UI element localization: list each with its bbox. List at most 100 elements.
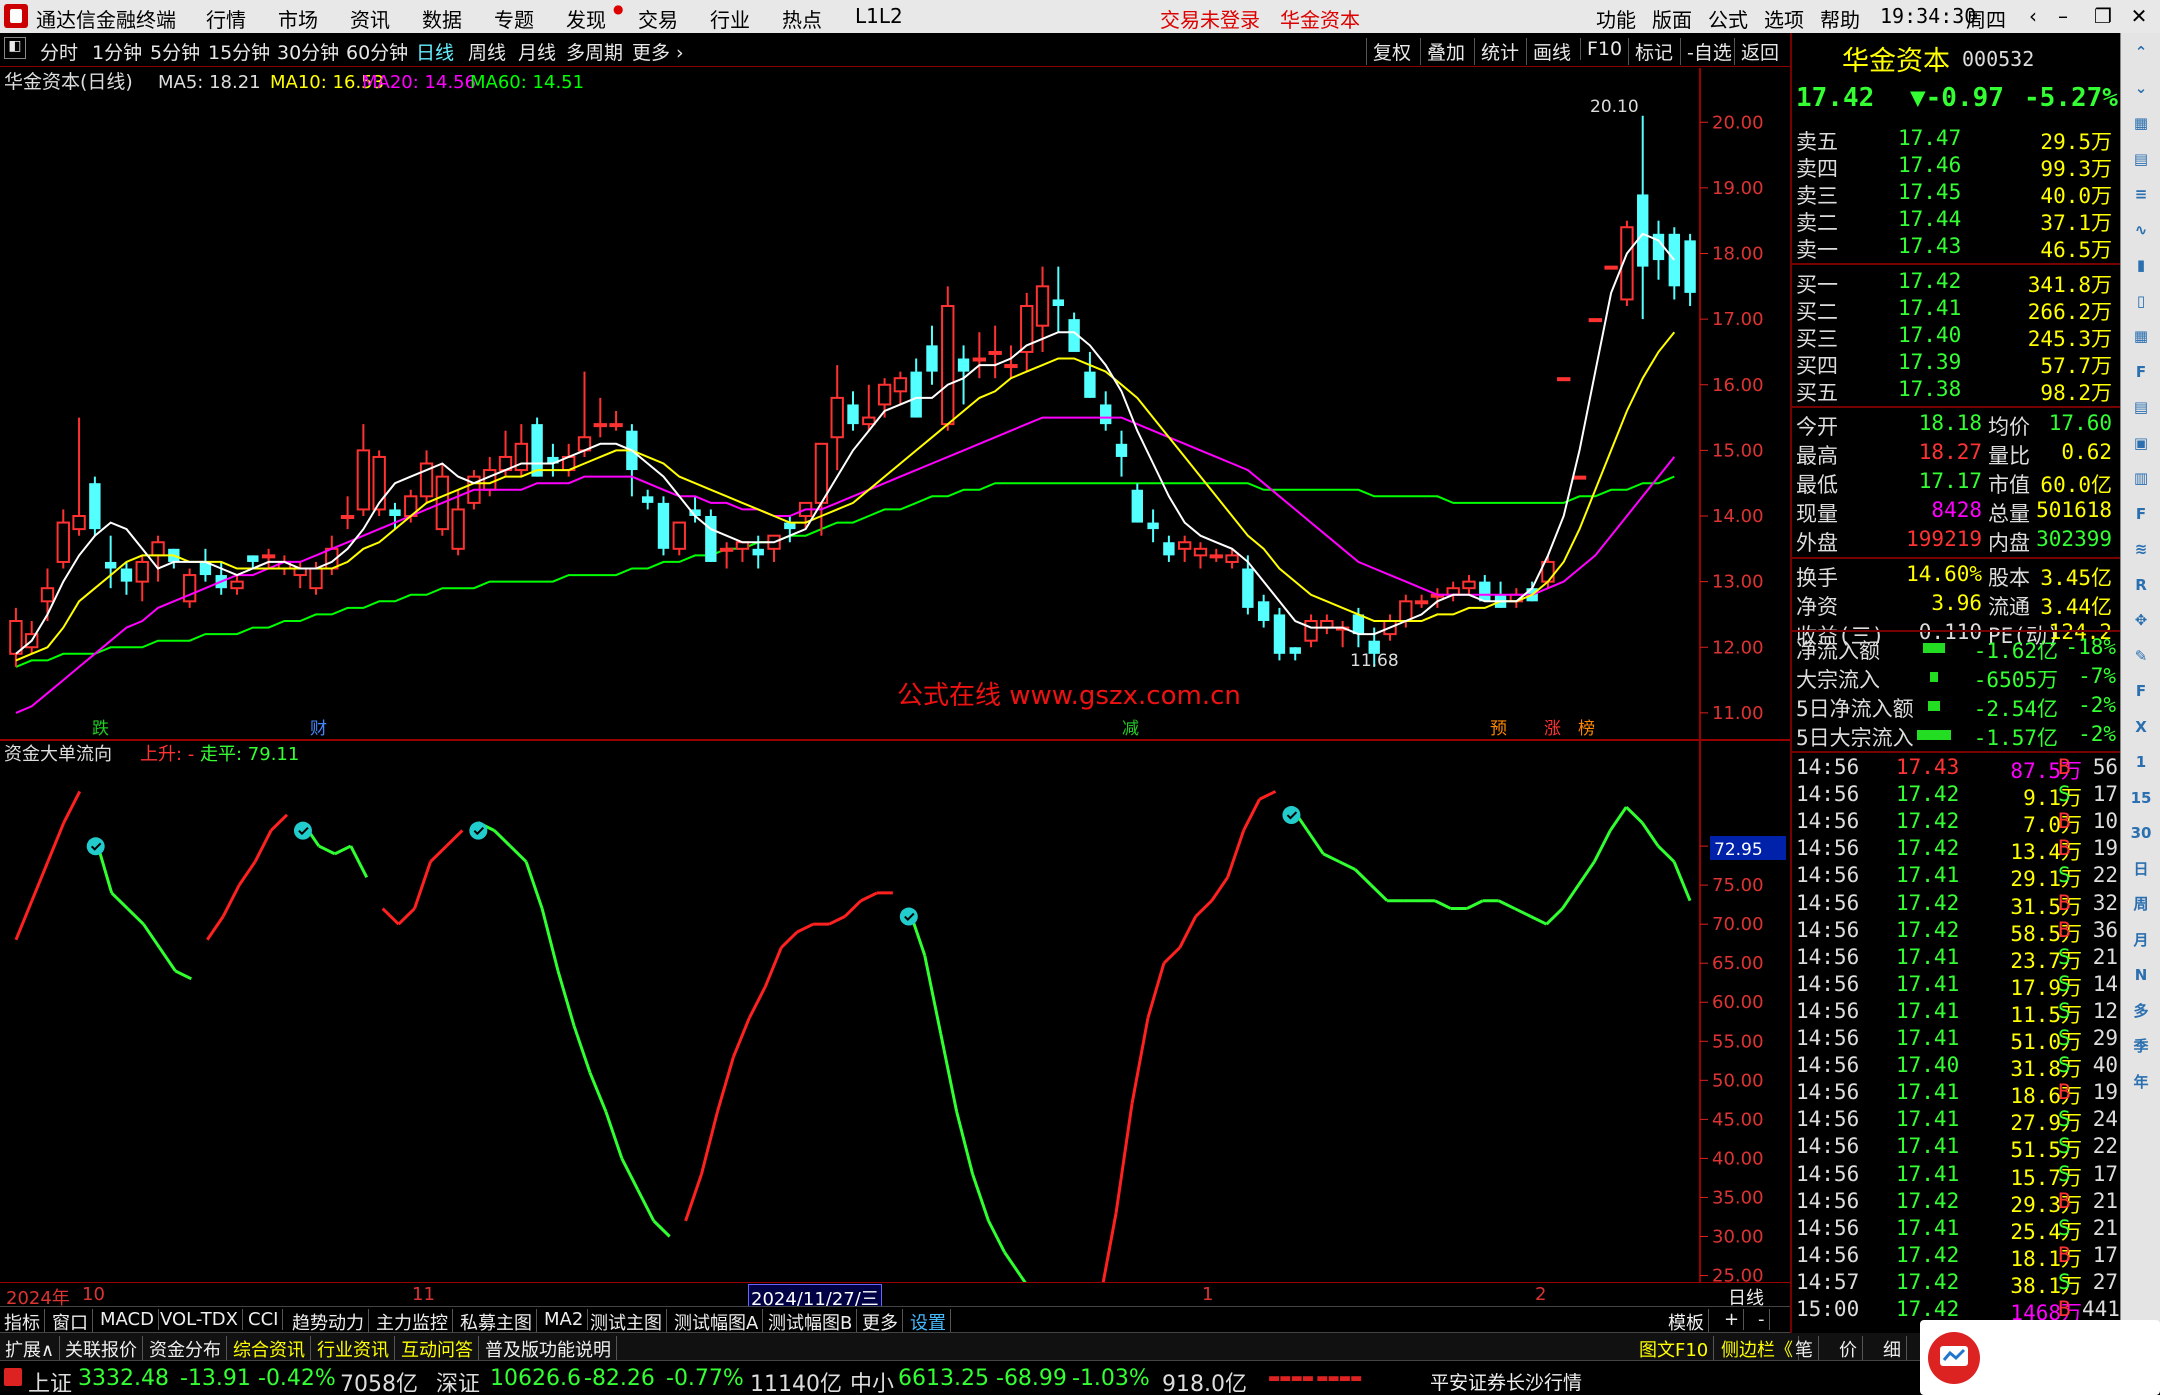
f2-icon[interactable]: F: [2128, 501, 2154, 527]
menu-item-data[interactable]: 数据: [422, 4, 462, 33]
tool-stats[interactable]: 统计: [1474, 38, 1519, 65]
tab-sidebar[interactable]: 侧边栏《: [1716, 1336, 1799, 1362]
menu-item-discover[interactable]: 发现: [566, 4, 606, 33]
season-icon[interactable]: 季: [2128, 1033, 2154, 1059]
trade-login-notice[interactable]: 交易未登录: [1160, 4, 1260, 33]
move-icon[interactable]: ✥: [2128, 607, 2154, 633]
tab-period-30min[interactable]: 30分钟: [277, 38, 339, 65]
tab-expand[interactable]: 扩展∧: [0, 1336, 61, 1362]
pen-icon[interactable]: ✎: [2128, 643, 2154, 669]
candle-icon[interactable]: ▯: [2128, 288, 2154, 314]
tab-period-day[interactable]: 日线: [416, 38, 454, 65]
marker-yu[interactable]: 预: [1490, 719, 1507, 739]
menu-item-options[interactable]: 选项: [1764, 4, 1804, 33]
week-icon[interactable]: 周: [2128, 891, 2154, 917]
menu-item-news[interactable]: 资讯: [350, 4, 390, 33]
tab-qa[interactable]: 互动问答: [396, 1336, 479, 1362]
zx-label[interactable]: 中小: [850, 1366, 894, 1395]
menu-item-market[interactable]: 行情: [206, 4, 246, 33]
marker-cai[interactable]: 财: [310, 719, 327, 739]
month-icon[interactable]: 月: [2128, 927, 2154, 953]
remove-icon[interactable]: -: [1754, 1309, 1770, 1330]
tab-macd[interactable]: MACD: [96, 1309, 159, 1330]
tool-draw[interactable]: 画线: [1526, 38, 1571, 65]
xls-icon[interactable]: X: [2128, 714, 2154, 740]
tab-help[interactable]: 普及版功能说明: [480, 1336, 617, 1362]
tab-period-month[interactable]: 月线: [518, 38, 556, 65]
menu-item-market2[interactable]: 市场: [278, 4, 318, 33]
chart-icon[interactable]: ▦: [2128, 110, 2154, 136]
tool-overlay[interactable]: 叠加: [1420, 38, 1465, 65]
line-icon[interactable]: ∿: [2128, 217, 2154, 243]
tab-period-60min[interactable]: 60分钟: [346, 38, 408, 65]
year-icon[interactable]: 年: [2128, 1069, 2154, 1095]
marker-zhang[interactable]: 涨: [1544, 719, 1561, 739]
tab-period-week[interactable]: 周线: [468, 38, 506, 65]
menu-item-topic[interactable]: 专题: [494, 4, 534, 33]
tab-period-multi[interactable]: 多周期: [566, 38, 623, 65]
tick-row: 14:56 17.41 23.7万 S 21: [1792, 945, 2122, 973]
tool-return[interactable]: 返回: [1734, 38, 1779, 65]
tab-fund-distribution[interactable]: 资金分布: [144, 1336, 227, 1362]
tab-cci[interactable]: CCI: [244, 1309, 284, 1330]
close-icon[interactable]: ✕: [2126, 3, 2152, 29]
grid-icon[interactable]: ▤: [2128, 146, 2154, 172]
add-icon[interactable]: +: [1720, 1309, 1745, 1330]
menu-item-formula[interactable]: 公式: [1708, 4, 1748, 33]
menu-item-function[interactable]: 功能: [1596, 4, 1636, 33]
menu-item-l1l2[interactable]: L1L2: [855, 4, 903, 28]
menu-item-layout[interactable]: 版面: [1652, 4, 1692, 33]
1-icon[interactable]: 1: [2128, 749, 2154, 775]
tab-industry-news[interactable]: 行业资讯: [312, 1336, 395, 1362]
multi-icon[interactable]: 多: [2128, 998, 2154, 1024]
sz-label[interactable]: 深证: [436, 1366, 480, 1395]
tool-fuquan[interactable]: 复权: [1366, 38, 1411, 65]
tab-vol-tdx[interactable]: VOL-TDX: [156, 1309, 243, 1330]
sh-label[interactable]: 上证: [28, 1366, 72, 1395]
stock-tab-title[interactable]: 华金资本: [1280, 4, 1360, 33]
collapse-icon[interactable]: ◧: [4, 37, 26, 59]
tab-period-15min[interactable]: 15分钟: [208, 38, 270, 65]
tab-period-5min[interactable]: 5分钟: [150, 38, 200, 65]
rsi-icon[interactable]: R: [2128, 572, 2154, 598]
menu-item-help[interactable]: 帮助: [1820, 4, 1860, 33]
marker-die[interactable]: 跌: [92, 719, 109, 739]
menu-item-hot[interactable]: 热点: [782, 4, 822, 33]
menu-item-industry[interactable]: 行业: [710, 4, 750, 33]
tool-watchlist[interactable]: -自选: [1680, 38, 1732, 65]
f5-icon[interactable]: F: [2128, 678, 2154, 704]
minimize-icon[interactable]: –: [2050, 3, 2076, 29]
fin-icon[interactable]: F: [2128, 359, 2154, 385]
day-icon[interactable]: 日: [2128, 856, 2154, 882]
n-icon[interactable]: N: [2128, 962, 2154, 988]
kline-chart[interactable]: 20.00 19.00 18.00 17.00 16.00 15.00 14.00 13.00…: [0, 68, 1790, 1282]
tab-f10-text[interactable]: 图文F10: [1634, 1336, 1715, 1362]
text-icon[interactable]: ▣: [2128, 430, 2154, 456]
15-icon[interactable]: 15: [2128, 785, 2154, 811]
back-icon[interactable]: ‹: [2020, 3, 2046, 29]
marker-jian[interactable]: 减: [1122, 719, 1139, 739]
bar-icon[interactable]: ▮: [2128, 252, 2154, 278]
tab-price[interactable]: 价: [1834, 1336, 1863, 1362]
tab-related-quotes[interactable]: 关联报价: [60, 1336, 143, 1362]
tab-period-1min[interactable]: 1分钟: [92, 38, 142, 65]
sheet-icon[interactable]: ▤: [2128, 394, 2154, 420]
tool-f10[interactable]: F10: [1580, 38, 1622, 60]
tab-period-fenshi[interactable]: 分时: [40, 38, 78, 65]
tab-news[interactable]: 综合资讯: [228, 1336, 311, 1362]
tab-detail[interactable]: 细: [1878, 1336, 1907, 1362]
restore-icon[interactable]: ❐: [2090, 3, 2116, 29]
30-icon[interactable]: 30: [2128, 820, 2154, 846]
tool-mark[interactable]: 标记: [1628, 38, 1673, 65]
stats-icon[interactable]: ▥: [2128, 465, 2154, 491]
table-icon[interactable]: ▦: [2128, 323, 2154, 349]
marker-bang[interactable]: 榜: [1578, 719, 1595, 739]
list-icon[interactable]: ≡: [2128, 181, 2154, 207]
tab-ma2[interactable]: MA2: [540, 1309, 589, 1330]
tab-period-more[interactable]: 更多 ›: [632, 38, 684, 65]
down-arrow-icon[interactable]: ⌄: [2128, 75, 2154, 101]
tab-trades[interactable]: 笔: [1790, 1336, 1819, 1362]
chart2-icon[interactable]: ≋: [2128, 536, 2154, 562]
menu-item-trade[interactable]: 交易: [638, 4, 678, 33]
up-arrow-icon[interactable]: ⌃: [2128, 39, 2154, 65]
